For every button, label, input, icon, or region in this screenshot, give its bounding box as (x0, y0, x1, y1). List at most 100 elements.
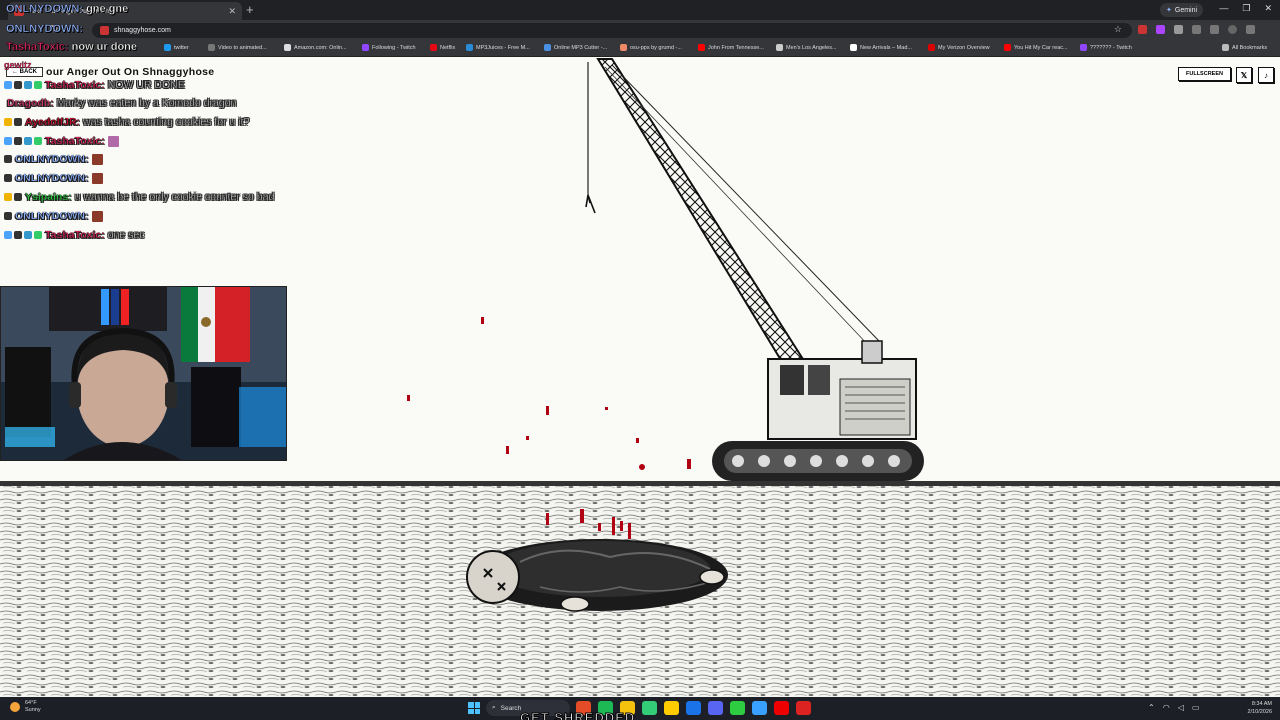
bookmark-item[interactable]: Men's Los Angeles... (776, 44, 837, 51)
bookmark-item[interactable]: ??????? - Twitch (1080, 44, 1132, 51)
chat-message: TashaToxic: NOW UR DONE (4, 78, 185, 92)
minimize-icon[interactable]: — (1219, 3, 1228, 14)
chat-username: Dragodb: (7, 97, 54, 109)
bookmark-item[interactable]: John From Tennesse... (698, 44, 764, 51)
chat-text: was tasha counting cookies for u it? (83, 116, 250, 128)
windows-start-icon[interactable] (468, 702, 480, 714)
clock-time: 8:34 AM (1251, 701, 1272, 707)
flag-green (181, 287, 198, 362)
overlay-username: gewitz (4, 60, 32, 70)
folder-icon (1222, 44, 1229, 51)
clock-date: 2/10/2026 (1247, 709, 1272, 715)
bookmark-item[interactable]: Following - Twitch (362, 44, 416, 51)
bookmark-favicon-icon (928, 44, 935, 51)
chat-badge-icon (14, 193, 22, 201)
all-bookmarks-button[interactable]: All Bookmarks (1222, 44, 1267, 51)
overlay-message: TashaToxic: now ur done (6, 41, 138, 53)
bookmark-favicon-icon (1004, 44, 1011, 51)
download-icon[interactable] (1210, 25, 1219, 34)
extension-icon[interactable] (1138, 25, 1147, 34)
close-window-icon[interactable]: ✕ (1264, 3, 1272, 14)
bookmark-label: Amazon.com: Onlin... (294, 44, 347, 51)
bookmark-favicon-icon (208, 44, 215, 51)
bookmark-favicon-icon (362, 44, 369, 51)
music-toggle-button[interactable]: ♪ (1258, 67, 1274, 83)
chat-username: Ysipains: (25, 191, 72, 203)
close-tab-icon[interactable]: ✕ (228, 6, 236, 17)
chat-badge-icon (14, 231, 22, 239)
new-tab-button[interactable]: + (246, 3, 254, 16)
x-share-button[interactable]: 𝕏 (1236, 67, 1252, 83)
gemini-button[interactable]: ✦ Gemini (1160, 3, 1204, 17)
battery-icon[interactable]: ▭ (1192, 703, 1200, 712)
bookmark-favicon-icon (544, 44, 551, 51)
chat-username: ONLNYDOWN: (15, 210, 89, 222)
bookmark-item[interactable]: MP3Juices - Free M... (466, 44, 530, 51)
webcam-feed (1, 287, 286, 460)
weather-widget[interactable]: 64°F Sunny (10, 700, 41, 714)
bookmark-item[interactable]: Online MP3 Cutter -... (544, 44, 607, 51)
chat-badge-icon (4, 212, 12, 220)
sidebar-icon[interactable] (1192, 25, 1201, 34)
bookmark-label: John From Tennesse... (708, 44, 764, 51)
chat-message: Ysipains: u wanna be the only cookie coun… (4, 190, 275, 204)
taskbar-app-icon[interactable] (796, 701, 811, 715)
chevron-up-icon[interactable]: ⌃ (1148, 703, 1155, 712)
chat-badge-icon (34, 81, 42, 89)
chat-badge-icon (24, 81, 32, 89)
wifi-icon[interactable]: ◠ (1163, 703, 1170, 712)
url-text: shnaggyhose.com (114, 27, 171, 34)
bookmark-item[interactable]: osu-pps by grumd -... (620, 44, 682, 51)
gemini-label: Gemini (1174, 6, 1198, 14)
volume-icon[interactable]: ◁ (1178, 703, 1184, 712)
overlay-message: ONLNYDOWN: gne gne (6, 3, 129, 15)
sun-icon (10, 702, 20, 712)
chat-badge-icon (4, 193, 12, 201)
maximize-icon[interactable]: ❐ (1242, 3, 1250, 14)
chat-badge-icon (4, 118, 12, 126)
bookmark-item[interactable]: You Hit My Car reac... (1004, 44, 1068, 51)
menu-icon[interactable] (1246, 25, 1255, 34)
bookmark-label: My Verizon Overview (938, 44, 990, 51)
bookmark-favicon-icon (430, 44, 437, 51)
bookmark-item[interactable]: Amazon.com: Onlin... (284, 44, 347, 51)
fullscreen-button[interactable]: FULLSCREEN (1178, 67, 1231, 81)
bookmark-item[interactable]: New Arrivals – Mad... (850, 44, 912, 51)
gemini-sparkle-icon: ✦ (1166, 7, 1172, 14)
chat-badge-icon (14, 137, 22, 145)
bookmark-star-icon[interactable]: ☆ (1114, 24, 1122, 35)
crane-boom (596, 58, 810, 377)
cab-window (808, 365, 830, 395)
speaker-right (191, 367, 241, 447)
extensions-area (1138, 25, 1255, 34)
chat-username: ONLNYDOWN: (15, 153, 89, 165)
screen: Take Your Anger Out On Sh... ✕ + ✦ Gemin… (0, 0, 1280, 720)
bookmark-label: twitter (174, 44, 189, 51)
bookmark-item[interactable]: Video to animated... (208, 44, 267, 51)
browser-tab-bar: Take Your Anger Out On Sh... ✕ + ✦ Gemin… (0, 0, 1280, 20)
chat-text: u wanna be the only cookie counter so ba… (74, 191, 275, 203)
search-icon: ⌕ (492, 704, 496, 711)
crane (596, 58, 924, 481)
chat-badge-icon (4, 137, 12, 145)
chat-username: TashaToxic: (45, 79, 105, 91)
chat-emote-icon (91, 153, 103, 165)
bookmark-label: New Arrivals – Mad... (860, 44, 912, 51)
site-info-icon[interactable] (100, 26, 109, 35)
system-tray: ⌃ ◠ ◁ ▭ (1148, 703, 1199, 712)
url-field[interactable]: shnaggyhose.com ☆ (92, 23, 1132, 38)
puzzle-icon[interactable] (1174, 25, 1183, 34)
bookmark-item[interactable]: My Verizon Overview (928, 44, 990, 51)
chat-message: TashaToxic: one sec (4, 228, 145, 242)
profile-avatar-icon[interactable] (1228, 25, 1237, 34)
extension-icon[interactable] (1156, 25, 1165, 34)
ragdoll-head[interactable] (466, 550, 520, 604)
bookmark-item[interactable]: Netflix (430, 44, 455, 51)
page-title: our Anger Out On Shnaggyhose (46, 66, 215, 78)
chat-badges (4, 212, 12, 220)
chat-username: TashaToxic: (45, 135, 105, 147)
taskbar-app-icon[interactable] (774, 701, 789, 715)
bookmark-item[interactable]: twitter (164, 44, 189, 51)
taskbar-clock[interactable]: 8:34 AM 2/10/2026 (1238, 700, 1272, 716)
chat-badge-icon (4, 231, 12, 239)
